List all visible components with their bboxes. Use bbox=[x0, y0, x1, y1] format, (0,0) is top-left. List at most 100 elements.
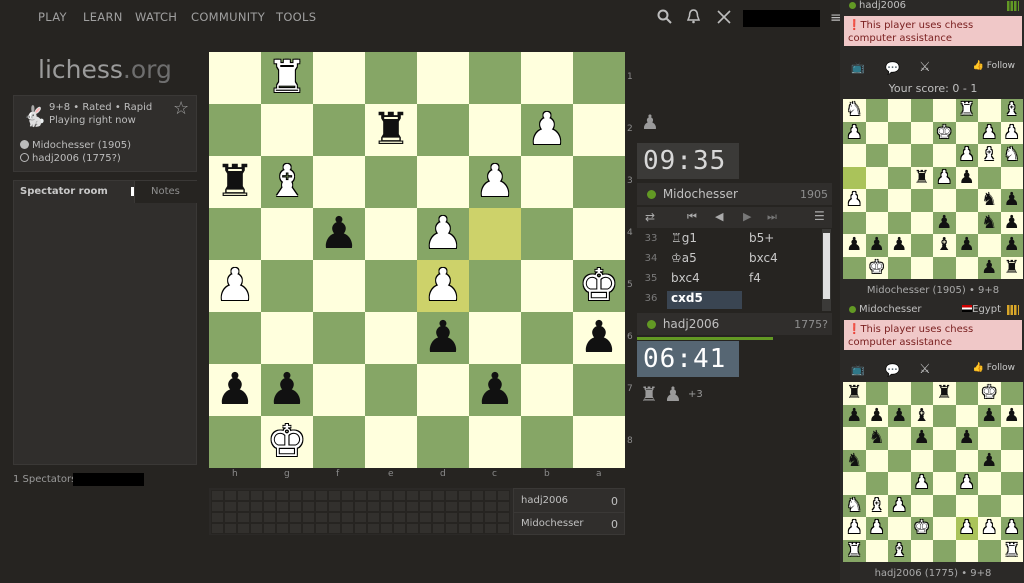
score-player-1[interactable]: hadj2006 bbox=[521, 495, 568, 506]
square-d2[interactable] bbox=[417, 104, 469, 156]
square-d7[interactable] bbox=[417, 364, 469, 416]
move-white[interactable]: cxd5 bbox=[667, 291, 742, 309]
square-f8[interactable] bbox=[313, 416, 365, 468]
piece-f4[interactable]: ♟ bbox=[313, 208, 365, 260]
square-c5[interactable] bbox=[469, 260, 521, 312]
rb-player-header[interactable]: Midochesser Egypt bbox=[843, 304, 1023, 318]
rt-follow-button[interactable]: 👍 Follow bbox=[973, 61, 1015, 71]
nav-community[interactable]: COMMUNITY bbox=[191, 10, 265, 24]
tab-notes[interactable]: Notes bbox=[134, 181, 197, 203]
square-a8[interactable] bbox=[573, 416, 625, 468]
bottom-player-line[interactable]: hadj2006 1775? bbox=[637, 313, 832, 335]
square-b5[interactable] bbox=[521, 260, 573, 312]
search-icon[interactable] bbox=[657, 9, 672, 27]
square-f2[interactable] bbox=[313, 104, 365, 156]
square-b1[interactable] bbox=[521, 52, 573, 104]
bell-icon[interactable] bbox=[686, 9, 701, 27]
square-f1[interactable] bbox=[313, 52, 365, 104]
square-c1[interactable] bbox=[469, 52, 521, 104]
move-white[interactable]: ♔a5 bbox=[667, 251, 742, 269]
square-g5[interactable] bbox=[261, 260, 313, 312]
top-player-line[interactable]: Midochesser 1905 bbox=[637, 183, 832, 205]
piece-d4[interactable]: ♟ bbox=[417, 208, 469, 260]
square-b8[interactable] bbox=[521, 416, 573, 468]
move-list-scrollbar[interactable] bbox=[822, 229, 831, 311]
swords-icon[interactable] bbox=[716, 9, 732, 28]
score-player-2[interactable]: Midochesser bbox=[521, 518, 584, 529]
nav-watch[interactable]: WATCH bbox=[135, 10, 177, 24]
nav-play[interactable]: PLAY bbox=[38, 10, 67, 24]
square-h6[interactable] bbox=[209, 312, 261, 364]
square-f6[interactable] bbox=[313, 312, 365, 364]
top-player-name[interactable]: Midochesser bbox=[663, 187, 738, 201]
square-e1[interactable] bbox=[365, 52, 417, 104]
square-c8[interactable] bbox=[469, 416, 521, 468]
piece-b2[interactable]: ♟ bbox=[521, 104, 573, 156]
piece-d6[interactable]: ♟ bbox=[417, 312, 469, 364]
square-a7[interactable] bbox=[573, 364, 625, 416]
piece-g3[interactable]: ♝ bbox=[261, 156, 313, 208]
flip-board-icon[interactable]: ⇄ bbox=[645, 210, 655, 224]
square-e3[interactable] bbox=[365, 156, 417, 208]
square-c4[interactable] bbox=[469, 208, 521, 260]
white-player-line[interactable]: Midochesser (1905) bbox=[20, 140, 131, 151]
chat-icon[interactable]: 💬 bbox=[885, 61, 900, 75]
chat-icon[interactable]: 💬 bbox=[885, 363, 900, 377]
rt-mini-board[interactable]: ♞ ♜ ♝ ♟ ♚ ♟ ♟ ♟ ♝ ♞ ♜ ♟ ♟ ♟ ♞ ♟ ♟ ♞ ♟ ♟ ♟ ♟ ♝ ♟ ♟ ♚ ♟ ♜ bbox=[843, 99, 1023, 279]
square-f3[interactable] bbox=[313, 156, 365, 208]
star-icon[interactable]: ☆ bbox=[173, 98, 189, 119]
square-d3[interactable] bbox=[417, 156, 469, 208]
piece-h3[interactable]: ♜ bbox=[209, 156, 261, 208]
swords-icon[interactable]: ⚔ bbox=[919, 60, 931, 75]
move-white[interactable]: bxc4 bbox=[667, 271, 742, 289]
site-logo[interactable]: lichess.org bbox=[38, 55, 172, 84]
piece-a6[interactable]: ♟ bbox=[573, 312, 625, 364]
chess-board[interactable]: ♜ ♜ ♟ ♜ ♝ ♟ ♟ ♟ ♟ ♟ ♚ ♟ ♟ ♟ ♟ ♟ ♚ bbox=[209, 52, 625, 468]
square-g6[interactable] bbox=[261, 312, 313, 364]
square-b7[interactable] bbox=[521, 364, 573, 416]
piece-g7[interactable]: ♟ bbox=[261, 364, 313, 416]
black-player-line[interactable]: hadj2006 (1775?) bbox=[20, 153, 121, 164]
move-black[interactable]: f4 bbox=[749, 271, 761, 285]
square-a2[interactable] bbox=[573, 104, 625, 156]
square-h1[interactable] bbox=[209, 52, 261, 104]
square-h2[interactable] bbox=[209, 104, 261, 156]
square-e7[interactable] bbox=[365, 364, 417, 416]
square-d8[interactable] bbox=[417, 416, 469, 468]
square-c6[interactable] bbox=[469, 312, 521, 364]
nav-tools[interactable]: TOOLS bbox=[276, 10, 316, 24]
rt-player-header[interactable]: hadj2006 bbox=[843, 0, 1023, 14]
square-a4[interactable] bbox=[573, 208, 625, 260]
square-e8[interactable] bbox=[365, 416, 417, 468]
square-f5[interactable] bbox=[313, 260, 365, 312]
nav-learn[interactable]: LEARN bbox=[83, 10, 123, 24]
square-e4[interactable] bbox=[365, 208, 417, 260]
move-black[interactable]: bxc4 bbox=[749, 251, 778, 265]
rb-mini-board[interactable]: ♜ ♜ ♚ ♟ ♟ ♟ ♝ ♟ ♟ ♞ ♟ ♟ ♞ ♟ ♟ ♟ ♞ ♝ ♟ ♟ ♟ ♚ ♟ ♟ ♟ ♜ ♝ ♜ bbox=[843, 382, 1023, 562]
square-g2[interactable] bbox=[261, 104, 313, 156]
square-g4[interactable] bbox=[261, 208, 313, 260]
piece-d5[interactable]: ♟ bbox=[417, 260, 469, 312]
bottom-player-name[interactable]: hadj2006 bbox=[663, 317, 719, 331]
tab-spectator-room[interactable]: Spectator room bbox=[14, 181, 140, 203]
square-e5[interactable] bbox=[365, 260, 417, 312]
move-black[interactable]: b5+ bbox=[749, 231, 774, 245]
first-move-icon[interactable]: ⏮ bbox=[687, 210, 697, 224]
square-b3[interactable] bbox=[521, 156, 573, 208]
square-a3[interactable] bbox=[573, 156, 625, 208]
square-h4[interactable] bbox=[209, 208, 261, 260]
square-d1[interactable] bbox=[417, 52, 469, 104]
prev-move-icon[interactable]: ◀ bbox=[715, 210, 723, 223]
square-h8[interactable] bbox=[209, 416, 261, 468]
square-b6[interactable] bbox=[521, 312, 573, 364]
swords-icon[interactable]: ⚔ bbox=[919, 362, 931, 377]
next-move-icon[interactable]: ▶ bbox=[743, 210, 751, 223]
piece-g1[interactable]: ♜ bbox=[261, 52, 313, 104]
last-move-icon[interactable]: ⏭ bbox=[767, 210, 777, 224]
square-a1[interactable] bbox=[573, 52, 625, 104]
scrollbar-thumb[interactable] bbox=[823, 233, 830, 299]
square-e6[interactable] bbox=[365, 312, 417, 364]
tv-icon[interactable]: 📺 bbox=[851, 363, 865, 376]
piece-h5[interactable]: ♟ bbox=[209, 260, 261, 312]
square-b4[interactable] bbox=[521, 208, 573, 260]
